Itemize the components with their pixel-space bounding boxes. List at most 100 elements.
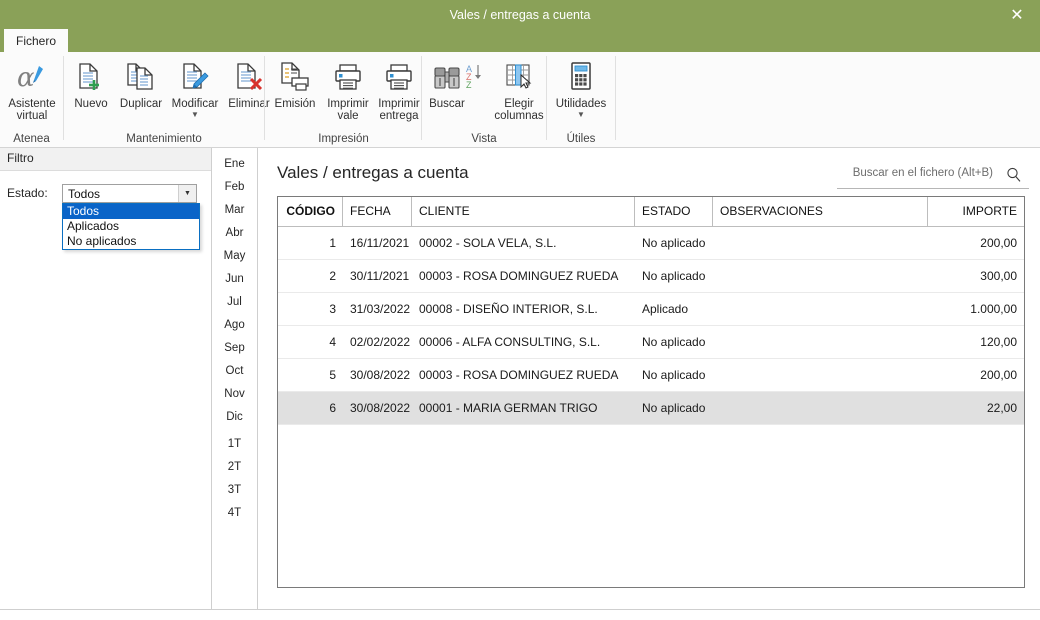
column-header-cliente[interactable]: CLIENTE: [412, 197, 635, 226]
column-header-label: CÓDIGO: [286, 204, 335, 218]
cell-value: 00001 - MARIA GERMAN TRIGO: [419, 401, 598, 415]
month-filter-4t[interactable]: 4T: [212, 507, 257, 519]
estado-option-2[interactable]: No aplicados: [63, 234, 199, 249]
cell-cliente: 00002 - SOLA VELA, S.L.: [412, 227, 635, 259]
column-header-importe[interactable]: IMPORTE: [928, 197, 1024, 226]
ribbon-button-emision[interactable]: Emisión: [268, 54, 322, 110]
month-filter-dic[interactable]: Dic: [212, 411, 257, 423]
printer-icon: [331, 58, 365, 94]
estado-option-1[interactable]: Aplicados: [63, 219, 199, 234]
close-icon[interactable]: ✕: [994, 0, 1040, 30]
month-filter-3t[interactable]: 3T: [212, 484, 257, 496]
month-filter-jun[interactable]: Jun: [212, 273, 257, 285]
document-copy-icon: [124, 58, 158, 94]
cell-value: 300,00: [980, 269, 1017, 283]
cell-fecha: 30/08/2022: [343, 392, 412, 424]
month-filter-may[interactable]: May: [212, 250, 257, 262]
cell-value: 5: [329, 368, 336, 382]
ribbon-button-label: Buscar: [429, 98, 465, 110]
cell-observaciones: [713, 326, 928, 358]
ribbon-button-asistente-virtual[interactable]: α Asistente virtual: [2, 54, 62, 122]
filter-panel-title: Filtro: [7, 151, 34, 165]
column-header-estado[interactable]: ESTADO: [635, 197, 713, 226]
printer-icon: [382, 58, 416, 94]
ribbon-button-utilidades[interactable]: Utilidades ▼: [549, 54, 613, 119]
column-header-label: ESTADO: [642, 204, 691, 218]
search-icon[interactable]: [1005, 166, 1023, 184]
chevron-down-icon[interactable]: ▼: [178, 185, 196, 202]
ribbon-group-label-mantenimiento: Mantenimiento: [126, 133, 202, 145]
cell-value: 4: [329, 335, 336, 349]
cell-fecha: 30/08/2022: [343, 359, 412, 391]
table-row[interactable]: 3 31/03/2022 00008 - DISEÑO INTERIOR, S.L.…: [278, 293, 1024, 326]
cell-observaciones: [713, 359, 928, 391]
binoculars-icon: [430, 58, 464, 94]
month-filter-mar[interactable]: Mar: [212, 204, 257, 216]
cell-estado: No aplicado: [635, 326, 713, 358]
cell-codigo: 5: [278, 359, 343, 391]
month-filter-2t[interactable]: 2T: [212, 461, 257, 473]
application-window: Vales / entregas a cuenta ✕ Fichero α Asi…: [0, 0, 1040, 620]
column-header-label: OBSERVACIONES: [720, 204, 823, 218]
month-filter-ene[interactable]: Ene: [212, 158, 257, 170]
table-row[interactable]: 6 30/08/2022 00001 - MARIA GERMAN TRIGO No …: [278, 392, 1024, 425]
cell-importe: 200,00: [928, 359, 1024, 391]
cell-value: 30/08/2022: [350, 401, 411, 415]
cell-observaciones: [713, 227, 928, 259]
ribbon-group-atenea: α Asistente virtual Atenea: [0, 52, 63, 147]
table-row[interactable]: 2 30/11/2021 00003 - ROSA DOMINGUEZ RUEDA N…: [278, 260, 1024, 293]
file-search-placeholder: Buscar en el fichero (Alt+B): [852, 167, 993, 179]
ribbon-button-elegir-columnas[interactable]: Elegir columnas: [492, 54, 546, 122]
month-filter-feb[interactable]: Feb: [212, 181, 257, 193]
cell-value: 00003 - ROSA DOMINGUEZ RUEDA: [419, 368, 619, 382]
ribbon-button-imprimir-vale[interactable]: Imprimir vale: [324, 54, 372, 122]
table-row[interactable]: 5 30/08/2022 00003 - ROSA DOMINGUEZ RUEDA N…: [278, 359, 1024, 392]
cell-estado: No aplicado: [635, 227, 713, 259]
cell-value: 30/11/2021: [350, 269, 410, 283]
ribbon-button-nuevo[interactable]: Nuevo: [67, 54, 115, 110]
month-filter-sep[interactable]: Sep: [212, 342, 257, 354]
cell-value: 120,00: [980, 335, 1017, 349]
cell-cliente: 00001 - MARIA GERMAN TRIGO: [412, 392, 635, 424]
cell-importe: 300,00: [928, 260, 1024, 292]
ribbon-button-ordenar[interactable]: AZZ: [466, 54, 492, 94]
month-filter-1t[interactable]: 1T: [212, 438, 257, 450]
filter-estado-row: Estado: Todos ▼ Todos Aplicados No aplicad…: [0, 184, 211, 250]
ribbon-group-impresion: Emisión Imprimir vale Imprimir entrega Impr…: [266, 52, 421, 147]
table-row[interactable]: 4 02/02/2022 00006 - ALFA CONSULTING, S.L.…: [278, 326, 1024, 359]
ribbon-button-label: Emisión: [274, 98, 316, 110]
month-filter-nov[interactable]: Nov: [212, 388, 257, 400]
cell-value: 00002 - SOLA VELA, S.L.: [419, 236, 557, 250]
records-grid: CÓDIGO FECHA CLIENTE ESTADO OBSERVACIONES IMP…: [277, 196, 1025, 588]
estado-combobox[interactable]: Todos ▼: [62, 184, 197, 203]
chevron-down-icon[interactable]: ▼: [191, 111, 199, 119]
estado-combobox-dropdown: Todos Aplicados No aplicados: [62, 203, 200, 250]
ribbon-group-vista: Buscar A Z Z Elegir columnas Vista: [422, 52, 546, 147]
ribbon-group-label-impresion: Impresión: [318, 133, 369, 145]
month-filter-jul[interactable]: Jul: [212, 296, 257, 308]
cell-observaciones: [713, 293, 928, 325]
cell-codigo: 4: [278, 326, 343, 358]
column-header-fecha[interactable]: FECHA: [343, 197, 412, 226]
column-header-observaciones[interactable]: OBSERVACIONES: [713, 197, 928, 226]
month-filter-abr[interactable]: Abr: [212, 227, 257, 239]
column-header-codigo[interactable]: CÓDIGO: [278, 197, 343, 226]
ribbon-button-modificar[interactable]: Modificar ▼: [167, 54, 223, 119]
month-filter-oct[interactable]: Oct: [212, 365, 257, 377]
ribbon-group-label-vista: Vista: [471, 133, 497, 145]
ribbon-button-duplicar[interactable]: Duplicar: [115, 54, 167, 110]
ribbon-button-imprimir-entrega[interactable]: Imprimir entrega: [372, 54, 426, 122]
ribbon-group-label-atenea: Atenea: [13, 133, 50, 145]
file-search-box[interactable]: Buscar en el fichero (Alt+B): [837, 164, 1029, 189]
tab-fichero[interactable]: Fichero: [4, 29, 68, 52]
ribbon-group-label-utiles: Útiles: [566, 133, 596, 145]
chevron-down-icon[interactable]: ▼: [577, 111, 585, 119]
status-bar: [0, 609, 1040, 620]
estado-option-0[interactable]: Todos: [63, 204, 199, 219]
svg-text:Z: Z: [466, 80, 472, 90]
ribbon-button-label: Asistente virtual: [8, 98, 56, 122]
month-filter-ago[interactable]: Ago: [212, 319, 257, 331]
ribbon-button-label: Nuevo: [74, 98, 108, 110]
table-row[interactable]: 1 16/11/2021 00002 - SOLA VELA, S.L. No apl…: [278, 227, 1024, 260]
cell-importe: 22,00: [928, 392, 1024, 424]
